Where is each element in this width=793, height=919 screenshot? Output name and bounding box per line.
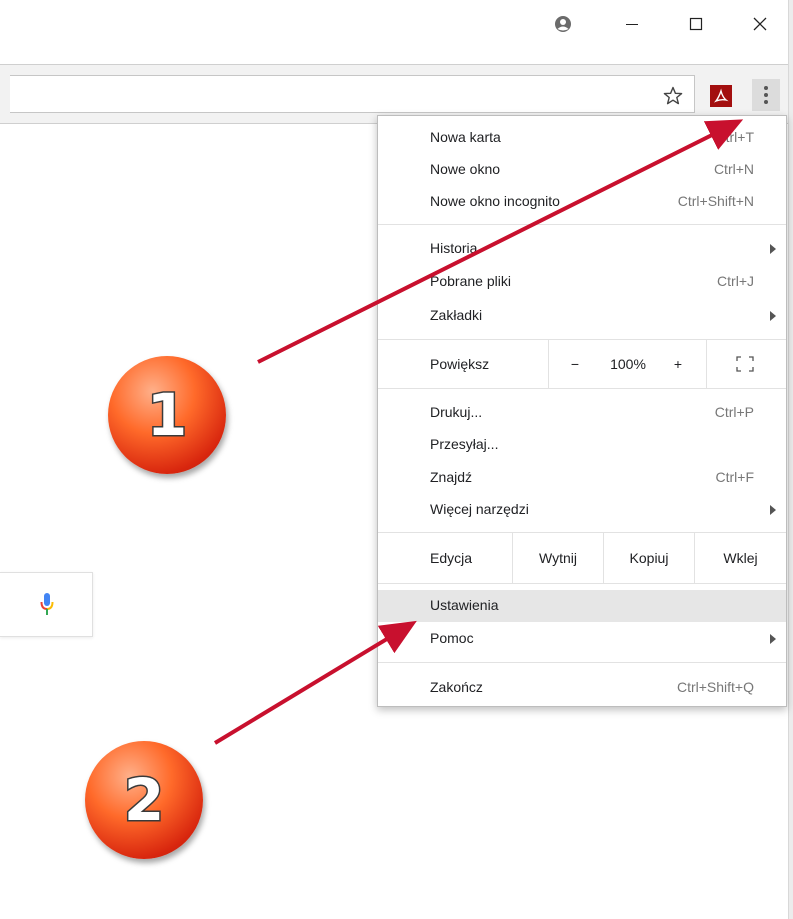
menu-item-more-tools[interactable]: Więcej narzędzi	[378, 494, 786, 526]
fullscreen-icon[interactable]	[736, 356, 754, 372]
edit-label: Edycja	[430, 550, 473, 566]
menu-separator	[378, 388, 786, 389]
menu-item-incognito[interactable]: Nowe okno incognito Ctrl+Shift+N	[378, 186, 786, 218]
menu-item-cast[interactable]: Przesyłaj...	[378, 429, 786, 461]
step-badge-2: 2	[85, 741, 203, 859]
edit-row: Edycja Wytnij Kopiuj Wklej	[378, 533, 786, 583]
menu-item-help[interactable]: Pomoc	[378, 623, 786, 655]
minimize-icon[interactable]	[620, 12, 644, 36]
paste-button[interactable]: Wklej	[695, 533, 786, 583]
copy-button[interactable]: Kopiuj	[604, 533, 694, 583]
zoom-divider	[706, 340, 707, 388]
maximize-icon[interactable]	[684, 12, 708, 36]
account-icon[interactable]	[551, 12, 575, 36]
star-icon[interactable]	[662, 85, 684, 107]
zoom-in-button[interactable]: +	[663, 340, 693, 388]
menu-item-new-tab[interactable]: Nowa karta Ctrl+T	[378, 122, 786, 154]
microphone-icon[interactable]	[40, 592, 54, 621]
menu-item-print[interactable]: Drukuj... Ctrl+P	[378, 397, 786, 429]
kebab-menu-icon[interactable]	[752, 79, 780, 111]
chevron-right-icon	[770, 244, 776, 254]
zoom-divider	[548, 340, 549, 388]
menu-item-exit[interactable]: Zakończ Ctrl+Shift+Q	[378, 672, 786, 704]
menu-item-downloads[interactable]: Pobrane pliki Ctrl+J	[378, 266, 786, 298]
chevron-right-icon	[770, 634, 776, 644]
step-badge-1: 1	[108, 356, 226, 474]
menu-separator	[378, 662, 786, 663]
chrome-main-menu: Nowa karta Ctrl+T Nowe okno Ctrl+N Nowe …	[377, 115, 787, 707]
close-icon[interactable]	[748, 12, 772, 36]
menu-separator	[378, 583, 786, 584]
menu-item-new-window[interactable]: Nowe okno Ctrl+N	[378, 154, 786, 186]
adobe-pdf-icon[interactable]	[710, 85, 732, 107]
menu-item-history[interactable]: Historia	[378, 233, 786, 265]
menu-separator	[378, 224, 786, 225]
menu-item-find[interactable]: Znajdź Ctrl+F	[378, 462, 786, 494]
search-box[interactable]	[0, 572, 93, 637]
zoom-label: Powiększ	[430, 356, 490, 372]
zoom-out-button[interactable]: −	[560, 340, 590, 388]
chevron-right-icon	[770, 311, 776, 321]
chevron-right-icon	[770, 505, 776, 515]
zoom-row: Powiększ − 100% +	[378, 340, 786, 388]
menu-item-bookmarks[interactable]: Zakładki	[378, 300, 786, 332]
zoom-value: 100%	[610, 356, 646, 372]
window-right-edge	[788, 0, 793, 919]
cut-button[interactable]: Wytnij	[513, 533, 603, 583]
address-bar[interactable]	[10, 75, 695, 113]
title-bar	[0, 0, 788, 64]
menu-item-settings[interactable]: Ustawienia	[378, 590, 786, 622]
